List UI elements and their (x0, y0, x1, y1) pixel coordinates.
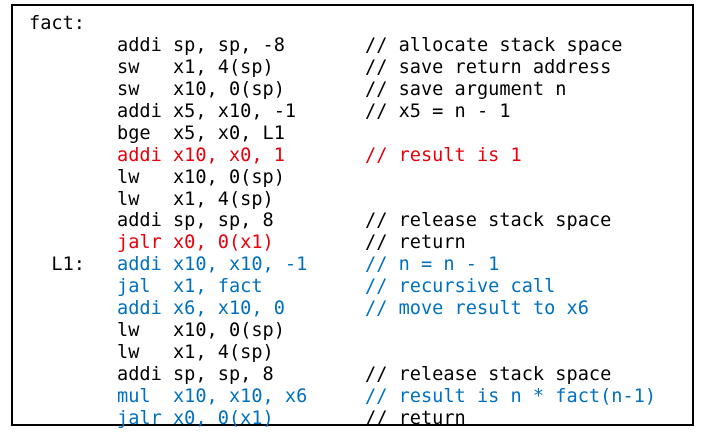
code-instruction: addi x10, x0, 1 (117, 144, 285, 166)
code-comment: // release stack space (365, 210, 612, 232)
code-instruction: jal x1, fact (117, 276, 263, 298)
code-listing-frame: fact: addi sp, sp, -8 // allocate stack sp… (11, 4, 694, 429)
code-instruction: addi x6, x10, 0 (117, 298, 285, 320)
code-comment: // return (365, 232, 466, 254)
code-comment: // return (365, 407, 466, 429)
code-label: L1: (29, 254, 85, 276)
code-comment: // result is 1 (365, 144, 522, 166)
code-comment: // x5 = n - 1 (365, 100, 511, 122)
code-comment: // release stack space (365, 364, 612, 385)
code-instruction: addi sp, sp, 8 (117, 364, 274, 385)
code-instruction: mul x10, x10, x6 (117, 385, 308, 407)
code-comment: // move result to x6 (365, 298, 589, 320)
code-instruction: addi x10, x10, -1 (117, 254, 308, 276)
code-instruction: lw x1, 4(sp) (117, 188, 274, 210)
code-instruction: sw x1, 4(sp) (117, 56, 274, 78)
code-label: fact: (29, 13, 85, 34)
code-instruction: lw x10, 0(sp) (117, 320, 285, 342)
code-instruction: addi x5, x10, -1 (117, 100, 297, 122)
code-instruction: addi sp, sp, 8 (117, 210, 274, 232)
code-comment: // allocate stack space (365, 34, 623, 56)
code-instruction: lw x1, 4(sp) (117, 342, 274, 364)
code-instruction: jalr x0, 0(x1) (117, 232, 274, 254)
code-instruction: jalr x0, 0(x1) (117, 407, 274, 429)
code-comment: // recursive call (365, 276, 556, 298)
code-comment: // result is n * fact(n-1) (365, 385, 657, 407)
code-comment: // n = n - 1 (365, 254, 500, 276)
code-instruction: lw x10, 0(sp) (117, 166, 285, 188)
code-comment: // save argument n (365, 78, 567, 100)
code-instruction: addi sp, sp, -8 (117, 34, 285, 56)
code-comment: // save return address (365, 56, 612, 78)
code-instruction: sw x10, 0(sp) (117, 78, 285, 100)
code-instruction: bge x5, x0, L1 (117, 122, 285, 144)
